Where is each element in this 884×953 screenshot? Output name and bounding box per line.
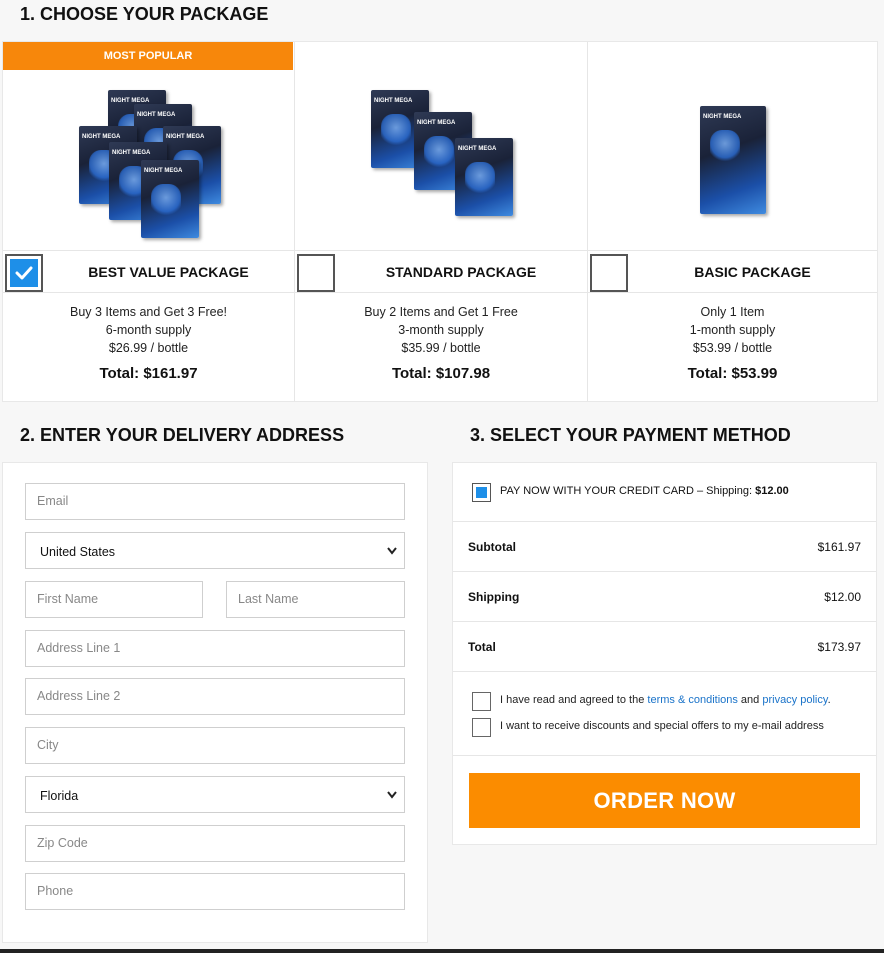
- address-form: Email United States First Name Last Name…: [2, 462, 428, 943]
- package-supply: 6-month supply: [105, 323, 192, 337]
- terms-link[interactable]: terms & conditions: [647, 694, 737, 706]
- bottom-bar: [0, 949, 884, 953]
- package-offer: Only 1 Item: [700, 305, 765, 319]
- zip-code-input[interactable]: Zip Code: [25, 825, 405, 862]
- package-unit-price: $53.99 / bottle: [692, 341, 773, 355]
- chevron-down-icon: [386, 533, 398, 586]
- package-select-row[interactable]: BEST VALUE PACKAGE: [3, 251, 294, 293]
- package-total: Total: $53.99: [687, 365, 778, 382]
- most-popular-badge: MOST POPULAR: [3, 42, 293, 70]
- terms-suffix: .: [827, 694, 831, 706]
- package-name: STANDARD PACKAGE: [385, 264, 537, 280]
- package-offer: Buy 3 Items and Get 3 Free!: [69, 305, 228, 319]
- city-input[interactable]: City: [25, 727, 405, 764]
- check-icon: [10, 259, 38, 287]
- country-select-value: United States: [40, 545, 116, 559]
- subtotal-label: Subtotal: [468, 540, 516, 554]
- package-name: BASIC PACKAGE: [694, 264, 811, 280]
- terms-text: I have read and agreed to the terms & co…: [500, 694, 831, 706]
- package-description: Only 1 Item 1-month supply $53.99 / bott…: [588, 303, 877, 357]
- package-checkbox[interactable]: [5, 254, 43, 292]
- state-select[interactable]: Florida: [25, 776, 405, 813]
- package-select-row[interactable]: STANDARD PACKAGE: [295, 251, 587, 293]
- package-select-row[interactable]: BASIC PACKAGE: [588, 251, 877, 293]
- package-unit-price: $35.99 / bottle: [401, 341, 481, 355]
- package-image: MOST POPULAR: [3, 42, 294, 251]
- address-line2-input[interactable]: Address Line 2: [25, 678, 405, 715]
- offers-checkbox[interactable]: [472, 718, 491, 737]
- package-unit-price: $26.99 / bottle: [108, 341, 189, 355]
- shipping-row: Shipping $12.00: [453, 571, 876, 621]
- package-best-value[interactable]: MOST POPULAR BEST VALUE PACKAGE Buy 3 It…: [3, 42, 294, 401]
- first-name-input[interactable]: First Name: [25, 581, 203, 618]
- payment-method-radio[interactable]: [472, 483, 491, 502]
- selected-indicator: [476, 487, 487, 498]
- package-name: BEST VALUE PACKAGE: [88, 264, 249, 280]
- privacy-policy-link[interactable]: privacy policy: [762, 694, 827, 706]
- payment-method-label: PAY NOW WITH YOUR CREDIT CARD – Shipping…: [500, 485, 789, 497]
- package-image: [588, 42, 877, 251]
- agreements: I have read and agreed to the terms & co…: [453, 671, 876, 756]
- total-label: Total: [468, 640, 496, 654]
- offers-text: I want to receive discounts and special …: [500, 720, 824, 732]
- package-total: Total: $107.98: [391, 365, 491, 382]
- total-row: Total $173.97: [453, 621, 876, 671]
- package-supply: 3-month supply: [398, 323, 484, 337]
- package-selector: MOST POPULAR BEST VALUE PACKAGE Buy 3 It…: [2, 41, 878, 402]
- package-checkbox[interactable]: [590, 254, 628, 292]
- shipping-value: $12.00: [824, 590, 861, 604]
- package-total: Total: $161.97: [99, 365, 198, 382]
- shipping-label: Shipping: [468, 590, 520, 604]
- terms-checkbox[interactable]: [472, 692, 491, 711]
- state-select-value: Florida: [40, 789, 79, 803]
- terms-prefix: I have read and agreed to the: [500, 694, 648, 706]
- payment-method-shipping: $12.00: [755, 485, 789, 497]
- terms-mid: and: [737, 694, 763, 706]
- address-section-title: 2. ENTER YOUR DELIVERY ADDRESS: [20, 425, 345, 445]
- package-supply: 1-month supply: [689, 323, 776, 337]
- country-select[interactable]: United States: [25, 532, 405, 569]
- package-basic[interactable]: BASIC PACKAGE Only 1 Item 1-month supply…: [588, 42, 877, 401]
- phone-input[interactable]: Phone: [25, 873, 405, 910]
- order-now-button[interactable]: ORDER NOW: [469, 773, 860, 828]
- package-description: Buy 3 Items and Get 3 Free! 6-month supp…: [3, 303, 294, 357]
- last-name-input[interactable]: Last Name: [226, 581, 405, 618]
- subtotal-row: Subtotal $161.97: [453, 521, 876, 571]
- email-input[interactable]: Email: [25, 483, 405, 520]
- address-line1-input[interactable]: Address Line 1: [25, 630, 405, 667]
- payment-section-title: 3. SELECT YOUR PAYMENT METHOD: [470, 425, 791, 445]
- payment-method-option[interactable]: PAY NOW WITH YOUR CREDIT CARD – Shipping…: [453, 463, 876, 521]
- package-standard[interactable]: STANDARD PACKAGE Buy 2 Items and Get 1 F…: [295, 42, 587, 401]
- package-section-title: 1. CHOOSE YOUR PACKAGE: [20, 4, 269, 24]
- chevron-down-icon: [386, 777, 398, 830]
- package-image: [295, 42, 587, 251]
- total-value: $173.97: [817, 640, 861, 654]
- package-checkbox[interactable]: [297, 254, 335, 292]
- payment-method-text: PAY NOW WITH YOUR CREDIT CARD – Shipping…: [500, 485, 756, 497]
- subtotal-value: $161.97: [817, 540, 861, 554]
- package-offer: Buy 2 Items and Get 1 Free: [364, 305, 518, 319]
- package-description: Buy 2 Items and Get 1 Free 3-month suppl…: [295, 303, 587, 357]
